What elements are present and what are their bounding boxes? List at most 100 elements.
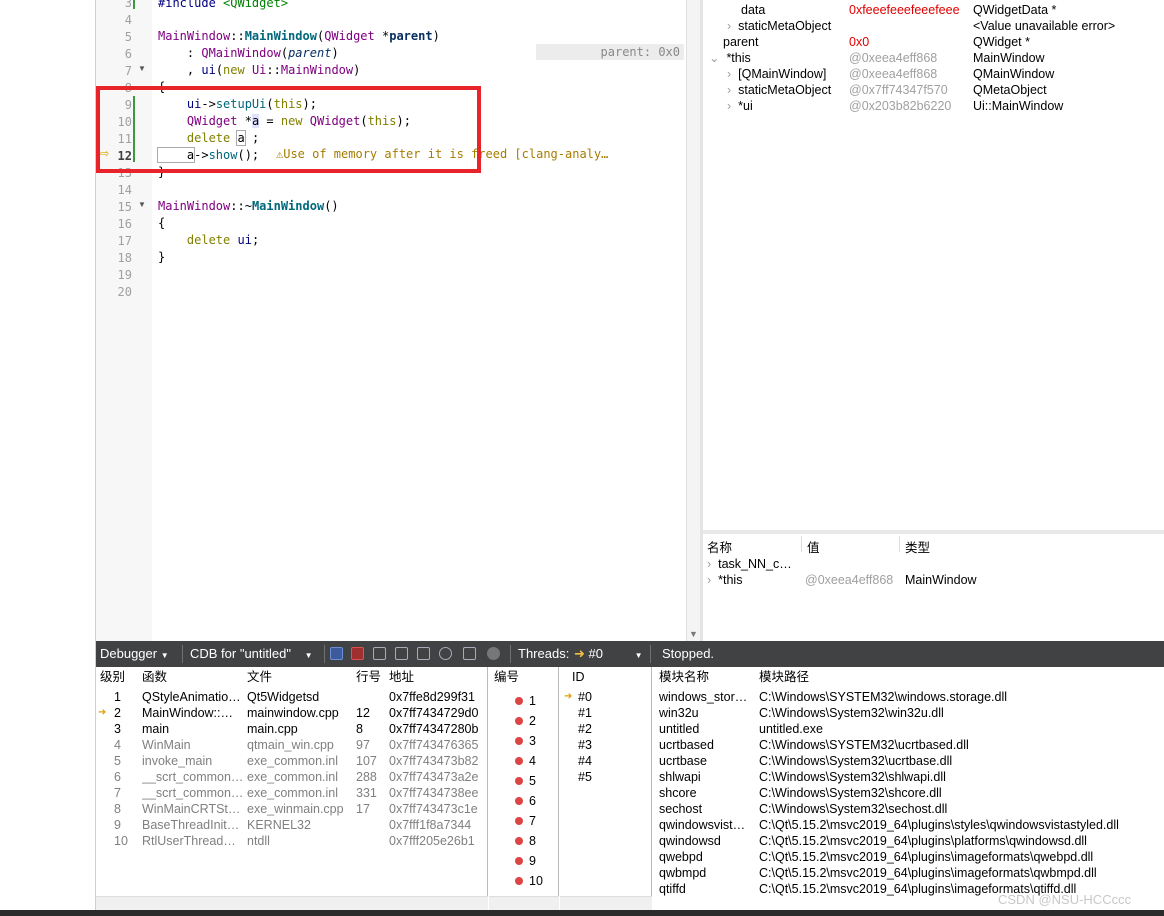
stack-line[interactable]: 107 [356, 753, 377, 769]
module-path[interactable]: C:\Windows\System32\sechost.dll [759, 801, 1159, 817]
thread-id[interactable]: #4 [578, 753, 592, 769]
disassembly-icon[interactable] [463, 647, 476, 660]
module-name[interactable]: qtiffd [659, 881, 753, 897]
stack-level[interactable]: 7 [114, 785, 121, 801]
stack-address[interactable]: 0x7ff743473a2e [389, 769, 478, 785]
fold-arrow-icon[interactable]: ▼ [138, 200, 146, 209]
record-icon[interactable] [487, 647, 500, 660]
breakpoint-row[interactable]: 5 [515, 773, 559, 789]
expand-arrow-icon[interactable]: › [727, 83, 731, 97]
column-header-value[interactable]: 值 [807, 537, 820, 556]
module-name[interactable]: qwebpd [659, 849, 753, 865]
step-over-icon[interactable] [373, 647, 386, 660]
locals-row[interactable]: › [QMainWindow] [727, 66, 826, 82]
stack-level[interactable]: 5 [114, 753, 121, 769]
stack-function[interactable]: WinMainCRTSt… [142, 801, 242, 817]
modules-view[interactable]: 模块名称 模块路径 windows_stor… C:\Windows\SYSTEM… [653, 667, 1164, 910]
column-header-type[interactable]: 类型 [905, 537, 930, 556]
collapse-arrow-icon[interactable]: ⌄ [709, 51, 719, 65]
breakpoint-row[interactable]: 3 [515, 733, 559, 749]
module-name[interactable]: untitled [659, 721, 753, 737]
stack-level[interactable]: 3 [114, 721, 121, 737]
expand-arrow-icon[interactable]: › [707, 573, 711, 587]
stack-file[interactable]: exe_common.inl [247, 785, 338, 801]
line-number[interactable]: 19 [96, 267, 132, 284]
locals-row[interactable]: ⌄ *this [709, 50, 751, 66]
thread-id[interactable]: #0 [578, 689, 592, 705]
stack-level[interactable]: 1 [114, 689, 121, 705]
stack-level[interactable]: 10 [114, 833, 128, 849]
locals-row[interactable]: › staticMetaObject [727, 82, 831, 98]
stack-function[interactable]: MainWindow::… [142, 705, 242, 721]
locals-row[interactable]: › *ui [727, 98, 753, 114]
stack-level[interactable]: 2 [114, 705, 121, 721]
watch-row[interactable]: › *this [707, 572, 742, 588]
step-out-icon[interactable] [417, 647, 430, 660]
threads-view[interactable]: ID ➜ #0 #1 #2 #3 #4 #5 [560, 667, 652, 910]
module-name[interactable]: shlwapi [659, 769, 753, 785]
stack-address[interactable]: 0x7fff1f8a7344 [389, 817, 471, 833]
line-number[interactable]: 7 [96, 63, 132, 80]
line-number[interactable]: 18 [96, 250, 132, 267]
module-name[interactable]: ucrtbased [659, 737, 753, 753]
column-header-module-name[interactable]: 模块名称 [659, 669, 709, 685]
stack-address[interactable]: 0x7ff74347280b [389, 721, 478, 737]
breakpoint-row[interactable]: 1 [515, 693, 559, 709]
expand-arrow-icon[interactable]: › [707, 557, 711, 571]
stack-function[interactable]: invoke_main [142, 753, 242, 769]
column-header-address[interactable]: 地址 [389, 669, 414, 685]
expressions-view[interactable]: 名称 值 类型 › task_NN_c… › *this @0xeea4eff8… [703, 534, 1164, 641]
stack-line[interactable]: 288 [356, 769, 377, 785]
stack-file[interactable]: KERNEL32 [247, 817, 311, 833]
line-number[interactable]: 5 [96, 29, 132, 46]
horizontal-scrollbar[interactable] [560, 896, 652, 910]
module-path[interactable]: C:\Qt\5.15.2\msvc2019_64\plugins\styles\… [759, 817, 1159, 833]
stack-line[interactable]: 97 [356, 737, 370, 753]
module-path[interactable]: C:\Qt\5.15.2\msvc2019_64\plugins\imagefo… [759, 865, 1159, 881]
module-path[interactable]: C:\Windows\SYSTEM32\ucrtbased.dll [759, 737, 1159, 753]
thread-id[interactable]: #2 [578, 721, 592, 737]
line-number[interactable]: 20 [96, 284, 132, 301]
column-header-function[interactable]: 函数 [142, 669, 167, 685]
stack-address[interactable]: 0x7ff7434738ee [389, 785, 478, 801]
column-header-level[interactable]: 级别 [100, 669, 125, 685]
engine-selector[interactable]: CDB for "untitled" ▼ [190, 646, 313, 661]
module-path[interactable]: C:\Qt\5.15.2\msvc2019_64\plugins\imagefo… [759, 849, 1159, 865]
thread-id[interactable]: #1 [578, 705, 592, 721]
stack-file[interactable]: ntdll [247, 833, 270, 849]
line-number[interactable]: 16 [96, 216, 132, 233]
module-name[interactable]: win32u [659, 705, 753, 721]
stack-line[interactable]: 17 [356, 801, 370, 817]
line-number[interactable]: 3 [96, 0, 132, 12]
column-header-module-path[interactable]: 模块路径 [759, 669, 809, 685]
stack-file[interactable]: exe_common.inl [247, 769, 338, 785]
locals-view[interactable]: data 0xfeeefeeefeeefeee QWidgetData * › … [703, 0, 1164, 530]
stack-file[interactable]: exe_common.inl [247, 753, 338, 769]
module-name[interactable]: sechost [659, 801, 753, 817]
breakpoint-view[interactable]: 编号 1 2 3 4 5 6 7 8 9 10 [489, 667, 559, 910]
stack-function[interactable]: RtlUserThread… [142, 833, 242, 849]
stack-function[interactable]: __scrt_common… [142, 769, 242, 785]
module-name[interactable]: windows_stor… [659, 689, 753, 705]
editor-vertical-scrollbar[interactable]: ▼ [686, 0, 700, 641]
module-name[interactable]: shcore [659, 785, 753, 801]
stack-file[interactable]: exe_winmain.cpp [247, 801, 344, 817]
stack-file[interactable]: Qt5Widgetsd [247, 689, 319, 705]
module-name[interactable]: qwindowsvist… [659, 817, 753, 833]
column-header-number[interactable]: 编号 [494, 669, 519, 685]
locals-row[interactable]: data [741, 2, 765, 18]
breakpoint-row[interactable]: 10 [515, 873, 559, 889]
stack-function[interactable]: __scrt_common… [142, 785, 242, 801]
expand-arrow-icon[interactable]: › [727, 19, 731, 33]
stack-function[interactable]: WinMain [142, 737, 242, 753]
stack-address[interactable]: 0x7ff743473c1e [389, 801, 478, 817]
horizontal-scrollbar[interactable] [96, 896, 488, 910]
line-number[interactable]: 4 [96, 12, 132, 29]
module-path[interactable]: C:\Windows\System32\shlwapi.dll [759, 769, 1159, 785]
fold-arrow-icon[interactable]: ▼ [138, 64, 146, 73]
expand-arrow-icon[interactable]: › [727, 67, 731, 81]
stack-function[interactable]: QStyleAnimatio… [142, 689, 242, 705]
module-path[interactable]: C:\Windows\System32\shcore.dll [759, 785, 1159, 801]
thread-selector[interactable]: ➜ #0 ▼ [574, 646, 643, 662]
stack-level[interactable]: 8 [114, 801, 121, 817]
